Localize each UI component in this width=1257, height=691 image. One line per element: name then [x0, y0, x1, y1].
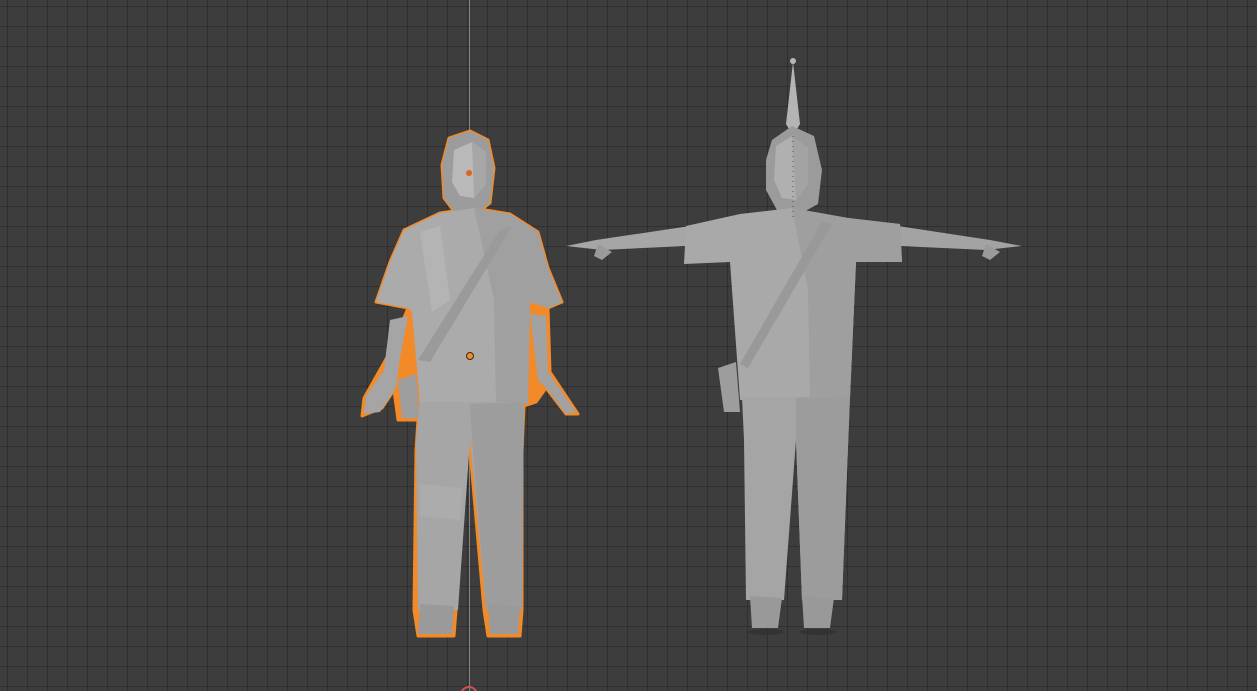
right-arm — [898, 226, 1022, 250]
left-arm — [566, 226, 690, 250]
scene-canvas — [360, 58, 1022, 691]
bone-tip — [790, 58, 796, 64]
right-shoe — [802, 596, 834, 628]
head-origin — [466, 170, 472, 176]
tpose-character-mesh[interactable] — [566, 58, 1022, 635]
3d-cursor[interactable] — [460, 686, 478, 691]
left-shoe — [418, 604, 454, 634]
object-origin[interactable] — [466, 352, 474, 360]
left-shoe — [750, 596, 782, 628]
right-shoe — [488, 604, 520, 634]
selected-character-mesh[interactable] — [360, 129, 580, 638]
armature-head-bone — [786, 62, 800, 136]
3d-viewport[interactable] — [0, 0, 1257, 691]
